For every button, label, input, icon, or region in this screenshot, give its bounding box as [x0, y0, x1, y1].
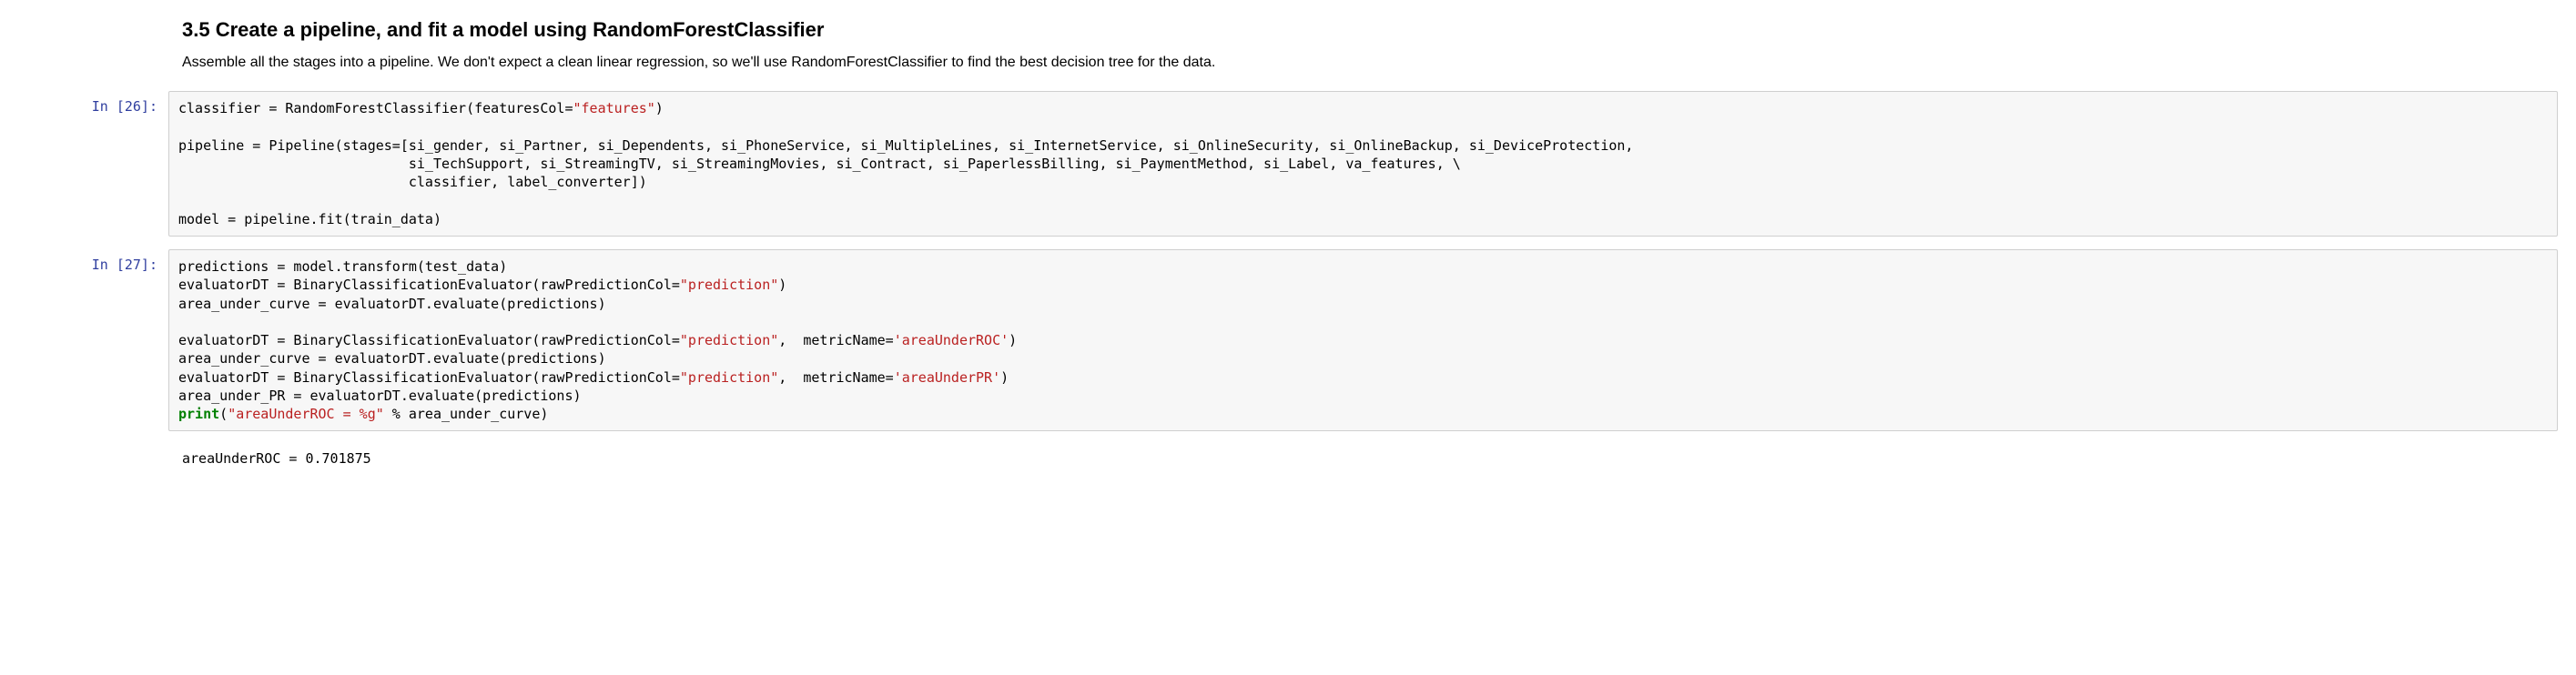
code-text: )	[1009, 332, 1017, 348]
code-text: predictions = model.transform(test_data)	[178, 258, 507, 275]
string-literal: "prediction"	[680, 332, 778, 348]
code-text: evaluatorDT = BinaryClassificationEvalua…	[178, 277, 680, 293]
string-literal: "prediction"	[680, 277, 778, 293]
notebook: 3.5 Create a pipeline, and fit a model u…	[18, 18, 2558, 468]
section-heading: 3.5 Create a pipeline, and fit a model u…	[182, 18, 2521, 42]
string-literal: "prediction"	[680, 369, 778, 386]
section-body: Assemble all the stages into a pipeline.…	[182, 53, 2521, 73]
code-input-area[interactable]: classifier = RandomForestClassifier(feat…	[168, 91, 2558, 237]
markdown-cell: 3.5 Create a pipeline, and fit a model u…	[182, 18, 2521, 73]
code-text: area_under_curve = evaluatorDT.evaluate(…	[178, 296, 606, 312]
code-text: )	[1000, 369, 1009, 386]
code-text: classifier, label_converter])	[178, 174, 647, 190]
input-prompt: In [27]:	[18, 249, 168, 431]
code-text: )	[655, 100, 664, 116]
string-literal: "areaUnderROC = %g"	[228, 406, 384, 422]
code-text: model = pipeline.fit(train_data)	[178, 211, 441, 227]
code-text: (	[219, 406, 228, 422]
code-text: evaluatorDT = BinaryClassificationEvalua…	[178, 332, 680, 348]
output-text: areaUnderROC = 0.701875	[182, 444, 2558, 468]
code-text: , metricName=	[778, 369, 893, 386]
code-text: area_under_curve = evaluatorDT.evaluate(…	[178, 350, 606, 367]
code-text: classifier = RandomForestClassifier(feat…	[178, 100, 573, 116]
string-literal: 'areaUnderPR'	[894, 369, 1000, 386]
input-prompt: In [26]:	[18, 91, 168, 237]
code-input-area[interactable]: predictions = model.transform(test_data)…	[168, 249, 2558, 431]
code-cell-27: In [27]: predictions = model.transform(t…	[18, 249, 2558, 431]
code-text: pipeline = Pipeline(stages=[si_gender, s…	[178, 137, 1633, 154]
code-text: )	[778, 277, 786, 293]
code-text: area_under_PR = evaluatorDT.evaluate(pre…	[178, 388, 582, 404]
code-text: , metricName=	[778, 332, 893, 348]
code-text: % area_under_curve)	[384, 406, 549, 422]
code-cell-26: In [26]: classifier = RandomForestClassi…	[18, 91, 2558, 237]
keyword: print	[178, 406, 219, 422]
code-text: evaluatorDT = BinaryClassificationEvalua…	[178, 369, 680, 386]
string-literal: "features"	[573, 100, 654, 116]
code-text: si_TechSupport, si_StreamingTV, si_Strea…	[178, 156, 1461, 172]
string-literal: 'areaUnderROC'	[894, 332, 1009, 348]
